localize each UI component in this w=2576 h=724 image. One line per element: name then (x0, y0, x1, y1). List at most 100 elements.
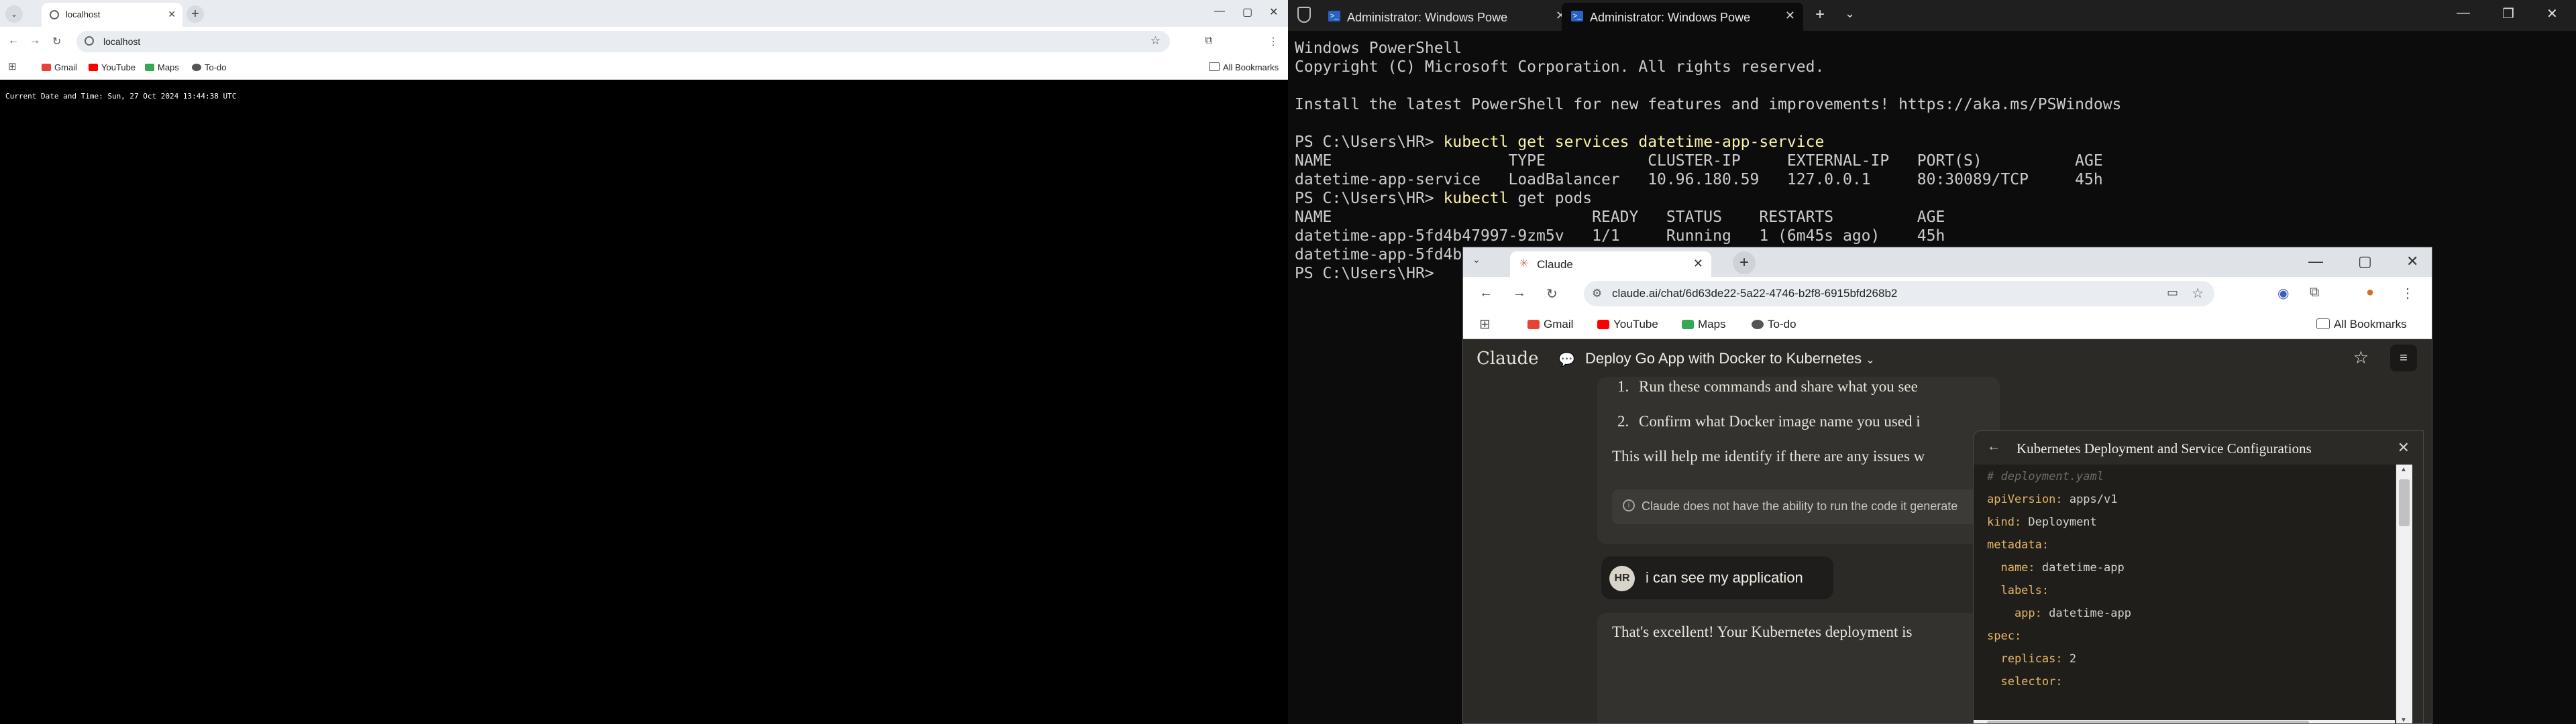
restore-icon[interactable]: ❐ (2502, 5, 2514, 22)
bookmark-star-icon[interactable]: ☆ (2192, 285, 2204, 302)
address-bar[interactable]: localhost ☆ (76, 31, 1170, 52)
forward-icon[interactable]: → (1513, 286, 1526, 301)
tab-title: Claude (1537, 258, 1573, 271)
profile-avatar[interactable]: ● (2366, 285, 2374, 300)
apps-grid-icon[interactable]: ⊞ (1479, 316, 1491, 333)
minimize-icon[interactable]: — (1214, 5, 1225, 17)
extensions-puzzle-icon[interactable]: ⧉ (1205, 35, 1212, 47)
bookmark-star-icon[interactable]: ☆ (1150, 34, 1161, 48)
tab-title: Administrator: Windows Powe (1347, 11, 1508, 24)
scroll-up-icon[interactable]: ▲ (2400, 466, 2407, 473)
tab-bar: ⌄ ✳ Claude ✕ + — ▢ ✕ (1463, 247, 2432, 277)
bookmark-maps[interactable]: Maps (1682, 318, 1726, 331)
back-icon[interactable]: ← (8, 35, 19, 47)
page-content: Current Date and Time: Sun, 27 Oct 2024 … (0, 80, 1288, 724)
datetime-text: Current Date and Time: Sun, 27 Oct 2024 … (5, 92, 237, 101)
site-info-icon[interactable] (85, 36, 94, 46)
terminal-tab-2-active[interactable]: >_ Administrator: Windows Powe ✕ (1562, 3, 1803, 31)
new-tab-button[interactable]: + (186, 5, 204, 23)
scroll-down-icon[interactable]: ▼ (2400, 717, 2407, 723)
menu-kebab-icon[interactable]: ⋮ (2401, 285, 2414, 302)
list-item: Confirm what Docker image name you used … (1639, 413, 1921, 430)
settings-sliders-icon[interactable]: ≡ (2390, 345, 2417, 371)
bookmark-gmail[interactable]: Gmail (42, 62, 77, 72)
close-window-icon[interactable]: ✕ (1269, 5, 1278, 19)
code-line: name: datetime-app (1987, 561, 2124, 575)
paragraph: That's excellent! Your Kubernetes deploy… (1612, 623, 1913, 640)
close-tab-icon[interactable]: ✕ (1785, 9, 1795, 23)
user-message-text: i can see my application (1646, 569, 1803, 586)
close-icon[interactable]: ✕ (2398, 439, 2410, 457)
star-icon[interactable]: ☆ (2353, 347, 2369, 368)
all-bookmarks[interactable]: All Bookmarks (1209, 62, 1279, 72)
chat-area: 1. Run these commands and share what you… (1463, 377, 2432, 723)
folder-icon (2316, 318, 2330, 329)
cast-icon[interactable]: ▭ (2167, 286, 2178, 300)
artifact-panel: ← Kubernetes Deployment and Service Conf… (1973, 430, 2424, 723)
close-window-icon[interactable]: ✕ (2546, 5, 2558, 22)
tab-claude[interactable]: ✳ Claude ✕ (1510, 251, 1711, 277)
url-text[interactable]: localhost (103, 36, 140, 47)
youtube-icon (89, 64, 98, 71)
powershell-icon: >_ (1328, 11, 1340, 21)
new-tab-icon[interactable]: + (1815, 5, 1825, 24)
code-key: app: (1987, 607, 2042, 620)
scroll-thumb[interactable] (1987, 721, 2309, 723)
chevron-down-icon[interactable]: ⌄ (1845, 7, 1855, 21)
back-arrow-icon[interactable]: ← (1987, 439, 2000, 455)
chat-title[interactable]: Deploy Go App with Docker to Kubernetes … (1585, 350, 1875, 367)
extensions-puzzle-icon[interactable]: ⧉ (2310, 285, 2319, 300)
artifact-title: Kubernetes Deployment and Service Config… (2017, 440, 2312, 457)
code-line: replicas: 2 (1987, 652, 2076, 666)
extension-icon[interactable]: ◉ (2277, 285, 2289, 302)
code-line: # deployment.yaml (1987, 470, 2104, 483)
avatar: HR (1609, 566, 1635, 591)
maximize-icon[interactable]: ▢ (2358, 253, 2372, 270)
code-value: 2 (2062, 652, 2077, 666)
list-item: Run these commands and share what you se… (1639, 378, 1918, 395)
tab-search-dropdown-icon[interactable]: ⌄ (1472, 254, 1481, 265)
code-block[interactable]: # deployment.yaml apiVersion: apps/v1 kind… (1974, 465, 2395, 723)
back-icon[interactable]: ← (1479, 286, 1493, 301)
menu-kebab-icon[interactable]: ⋮ (1268, 35, 1279, 48)
all-bookmarks[interactable]: All Bookmarks (2316, 318, 2407, 331)
terminal-tab-1[interactable]: >_ Administrator: Windows Powe ✕ (1319, 3, 1574, 31)
code-key: selector: (1987, 675, 2063, 688)
address-bar[interactable]: ⚙ claude.ai/chat/6d63de22-5a22-4746-b2f8… (1584, 281, 2214, 306)
vertical-scrollbar[interactable]: ▲ ▼ (2396, 465, 2412, 723)
claude-header: Claude 💬 Deploy Go App with Docker to Ku… (1463, 339, 2432, 377)
code-line: spec: (1987, 629, 2021, 643)
maximize-icon[interactable]: ▢ (1242, 5, 1252, 19)
scroll-thumb[interactable] (2399, 479, 2410, 526)
bookmark-gmail[interactable]: Gmail (1527, 318, 1573, 331)
bookmark-todo[interactable]: To-do (1752, 318, 1796, 331)
url-text[interactable]: claude.ai/chat/6d63de22-5a22-4746-b2f8-6… (1612, 287, 1897, 300)
forward-icon[interactable]: → (30, 35, 40, 47)
close-tab-icon[interactable]: ✕ (168, 9, 176, 20)
code-disclaimer-note: i Claude does not have the ability to ru… (1612, 489, 1988, 524)
bookmark-youtube[interactable]: YouTube (89, 62, 136, 72)
close-window-icon[interactable]: ✕ (2406, 253, 2418, 270)
apps-grid-icon[interactable]: ⊞ (8, 60, 17, 72)
minimize-icon[interactable]: — (2308, 253, 2323, 270)
minimize-icon[interactable]: — (2457, 5, 2470, 21)
claude-logo[interactable]: Claude (1477, 349, 1539, 369)
tab-search-dropdown-icon[interactable]: ⌄ (5, 5, 23, 23)
bookmark-todo[interactable]: To-do (192, 62, 227, 72)
table-header: NAME TYPE CLUSTER-IP EXTERNAL-IP PORT(S)… (1295, 152, 2103, 170)
new-tab-button[interactable]: + (1733, 251, 1756, 274)
todo-icon (1752, 320, 1764, 329)
maps-icon (145, 64, 154, 71)
bookmark-maps[interactable]: Maps (145, 62, 179, 72)
terminal-line: Copyright (C) Microsoft Corporation. All… (1295, 58, 1825, 76)
artifact-header: ← Kubernetes Deployment and Service Conf… (1974, 431, 2423, 465)
prompt: PS C:\Users\HR> (1295, 190, 1444, 207)
horizontal-scrollbar[interactable] (1974, 720, 2395, 723)
code-line: app: datetime-app (1987, 607, 2131, 620)
reload-icon[interactable]: ↻ (52, 35, 61, 48)
bookmark-youtube[interactable]: YouTube (1597, 318, 1658, 331)
tab-localhost[interactable]: localhost ✕ (42, 3, 182, 27)
reload-icon[interactable]: ↻ (1546, 286, 1558, 302)
site-settings-icon[interactable]: ⚙ (1592, 287, 1602, 300)
close-tab-icon[interactable]: ✕ (1693, 257, 1703, 271)
